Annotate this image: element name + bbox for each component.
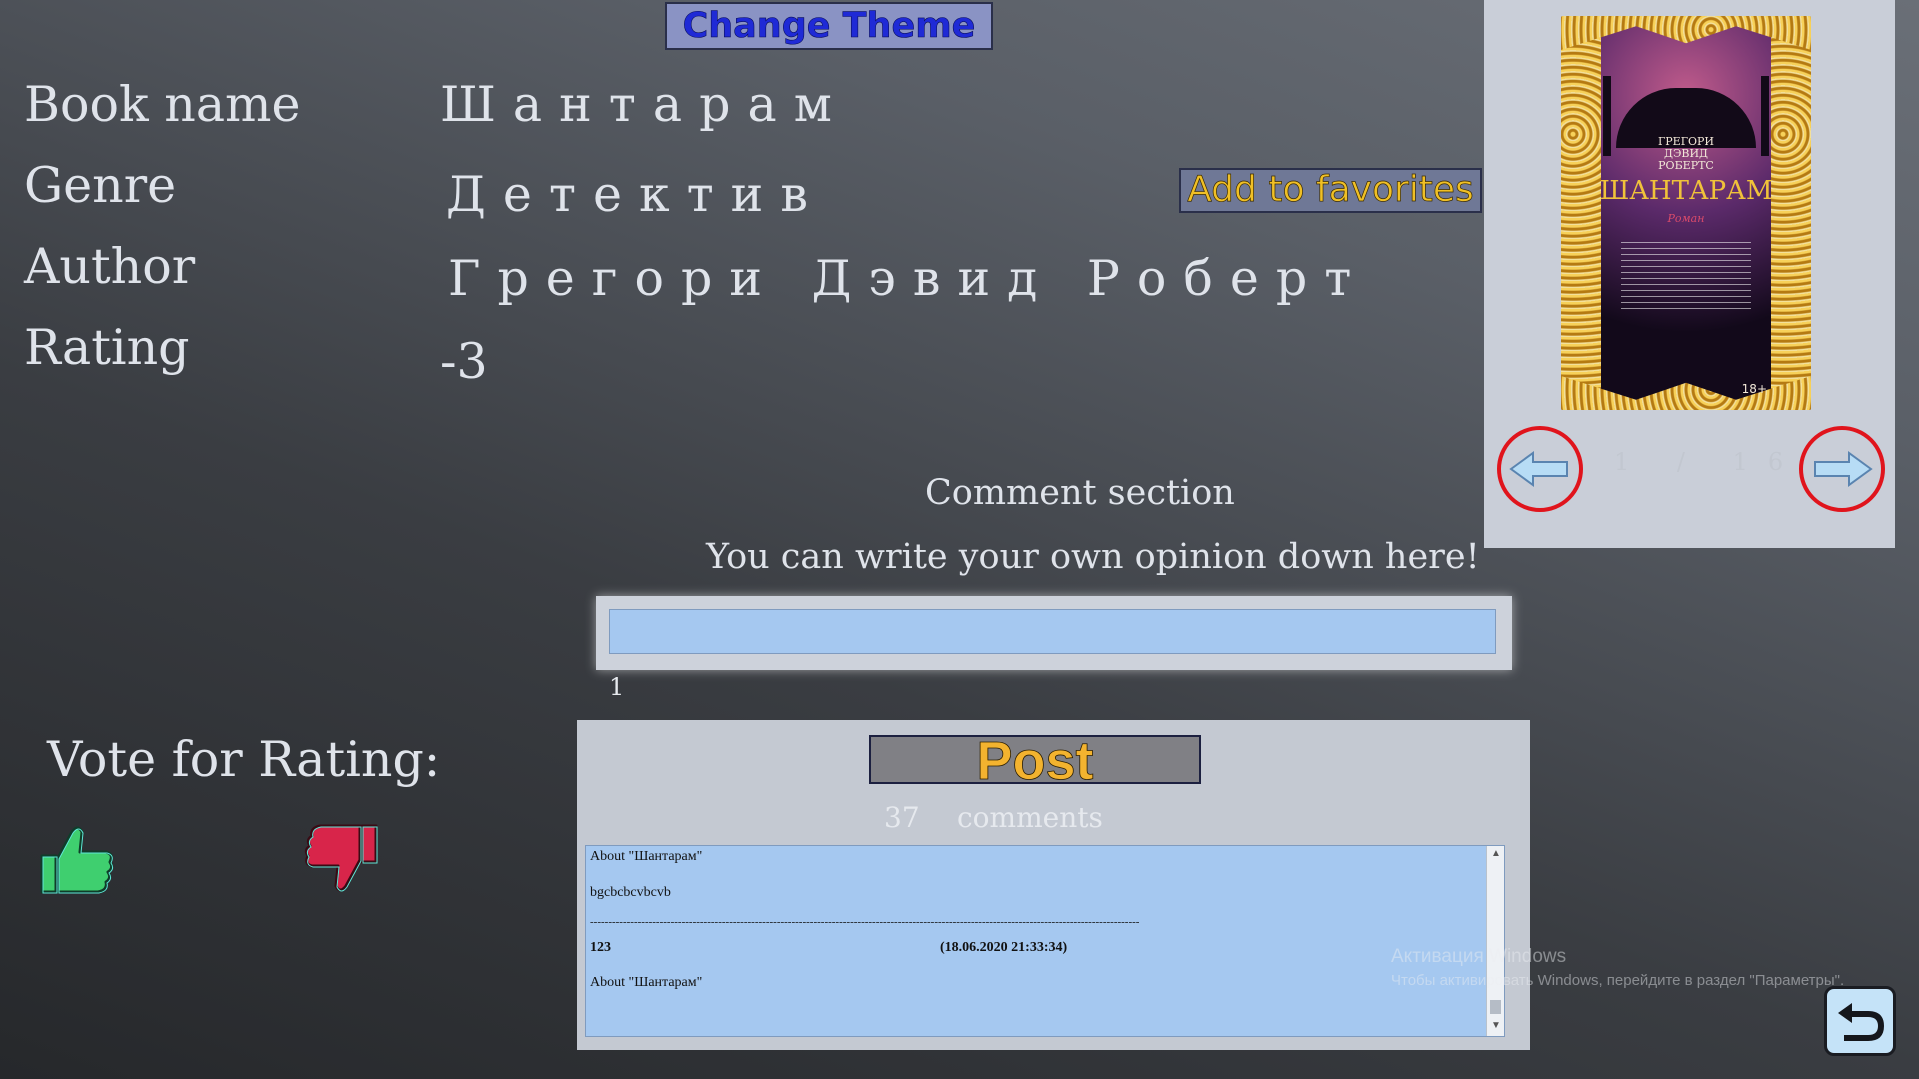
book-cover-image: ГРЕГОРИ ДЭВИД РОБЕРТС ШАНТАРАМ Роман 18+ xyxy=(1561,16,1811,410)
comment-separator: ----------------------------------------… xyxy=(590,916,1140,928)
cover-age-rating: 18+ xyxy=(1741,382,1767,396)
scroll-up-icon[interactable]: ▲ xyxy=(1491,848,1501,859)
comment-about: About "Шантарам" xyxy=(590,849,703,864)
scroll-thumb[interactable] xyxy=(1490,1000,1501,1014)
book-name-label: Book name xyxy=(24,76,301,133)
comment-text: bgcbcbcvbcvb xyxy=(590,885,671,900)
comments-list[interactable]: About "Шантарам" bgcbcbcvbcvb ----------… xyxy=(585,845,1505,1037)
author-value: Грегори Дэвид Роберт xyxy=(448,250,1369,307)
rating-label: Rating xyxy=(24,319,190,376)
arrow-right-icon xyxy=(1814,451,1873,487)
comment-section-subtitle: You can write your own opinion down here… xyxy=(706,537,1480,577)
comments-scrollbar[interactable]: ▲ ▼ xyxy=(1486,846,1504,1036)
cover-pager: 1 / 16 xyxy=(1614,448,1804,476)
scroll-down-icon[interactable]: ▼ xyxy=(1491,1020,1501,1031)
arrow-left-icon xyxy=(1509,451,1568,487)
thumbs-down-icon xyxy=(304,824,378,892)
prev-cover-button[interactable] xyxy=(1497,426,1583,512)
cover-title: ШАНТАРАМ xyxy=(1599,176,1773,206)
next-cover-button[interactable] xyxy=(1799,426,1885,512)
activation-watermark-title: Активация Windows xyxy=(1391,946,1567,967)
comment-char-count: 1 xyxy=(609,673,625,701)
author-label: Author xyxy=(24,238,196,295)
comment-about: About "Шантарам" xyxy=(590,975,703,990)
rating-value: -3 xyxy=(440,333,488,390)
cover-subtitle: Роман xyxy=(1667,212,1705,225)
vote-down-button[interactable] xyxy=(302,822,382,896)
thumbs-up-icon xyxy=(40,826,114,894)
comments-count: 37 xyxy=(884,801,920,834)
cover-author-line3: РОБЕРТС xyxy=(1658,159,1714,172)
activation-watermark-text: Чтобы активировать Windows, перейдите в … xyxy=(1391,972,1845,989)
genre-value: Детектив xyxy=(446,166,825,223)
comment-input[interactable] xyxy=(609,609,1496,654)
genre-label: Genre xyxy=(24,157,177,214)
comment-section-title: Comment section xyxy=(925,473,1235,513)
change-theme-button[interactable]: Change Theme xyxy=(665,2,993,50)
book-name-value: Шантарам xyxy=(440,76,849,133)
comments-count-label: comments xyxy=(957,801,1103,834)
add-to-favorites-button[interactable]: Add to favorites xyxy=(1179,168,1482,213)
return-icon xyxy=(1838,1003,1884,1041)
comment-date: (18.06.2020 21:33:34) xyxy=(940,940,1068,955)
vote-label: Vote for Rating: xyxy=(47,731,441,788)
post-button[interactable]: Post xyxy=(869,734,1201,788)
vote-up-button[interactable] xyxy=(36,822,116,896)
back-button[interactable] xyxy=(1824,986,1896,1056)
comment-user: 123 xyxy=(590,940,611,955)
